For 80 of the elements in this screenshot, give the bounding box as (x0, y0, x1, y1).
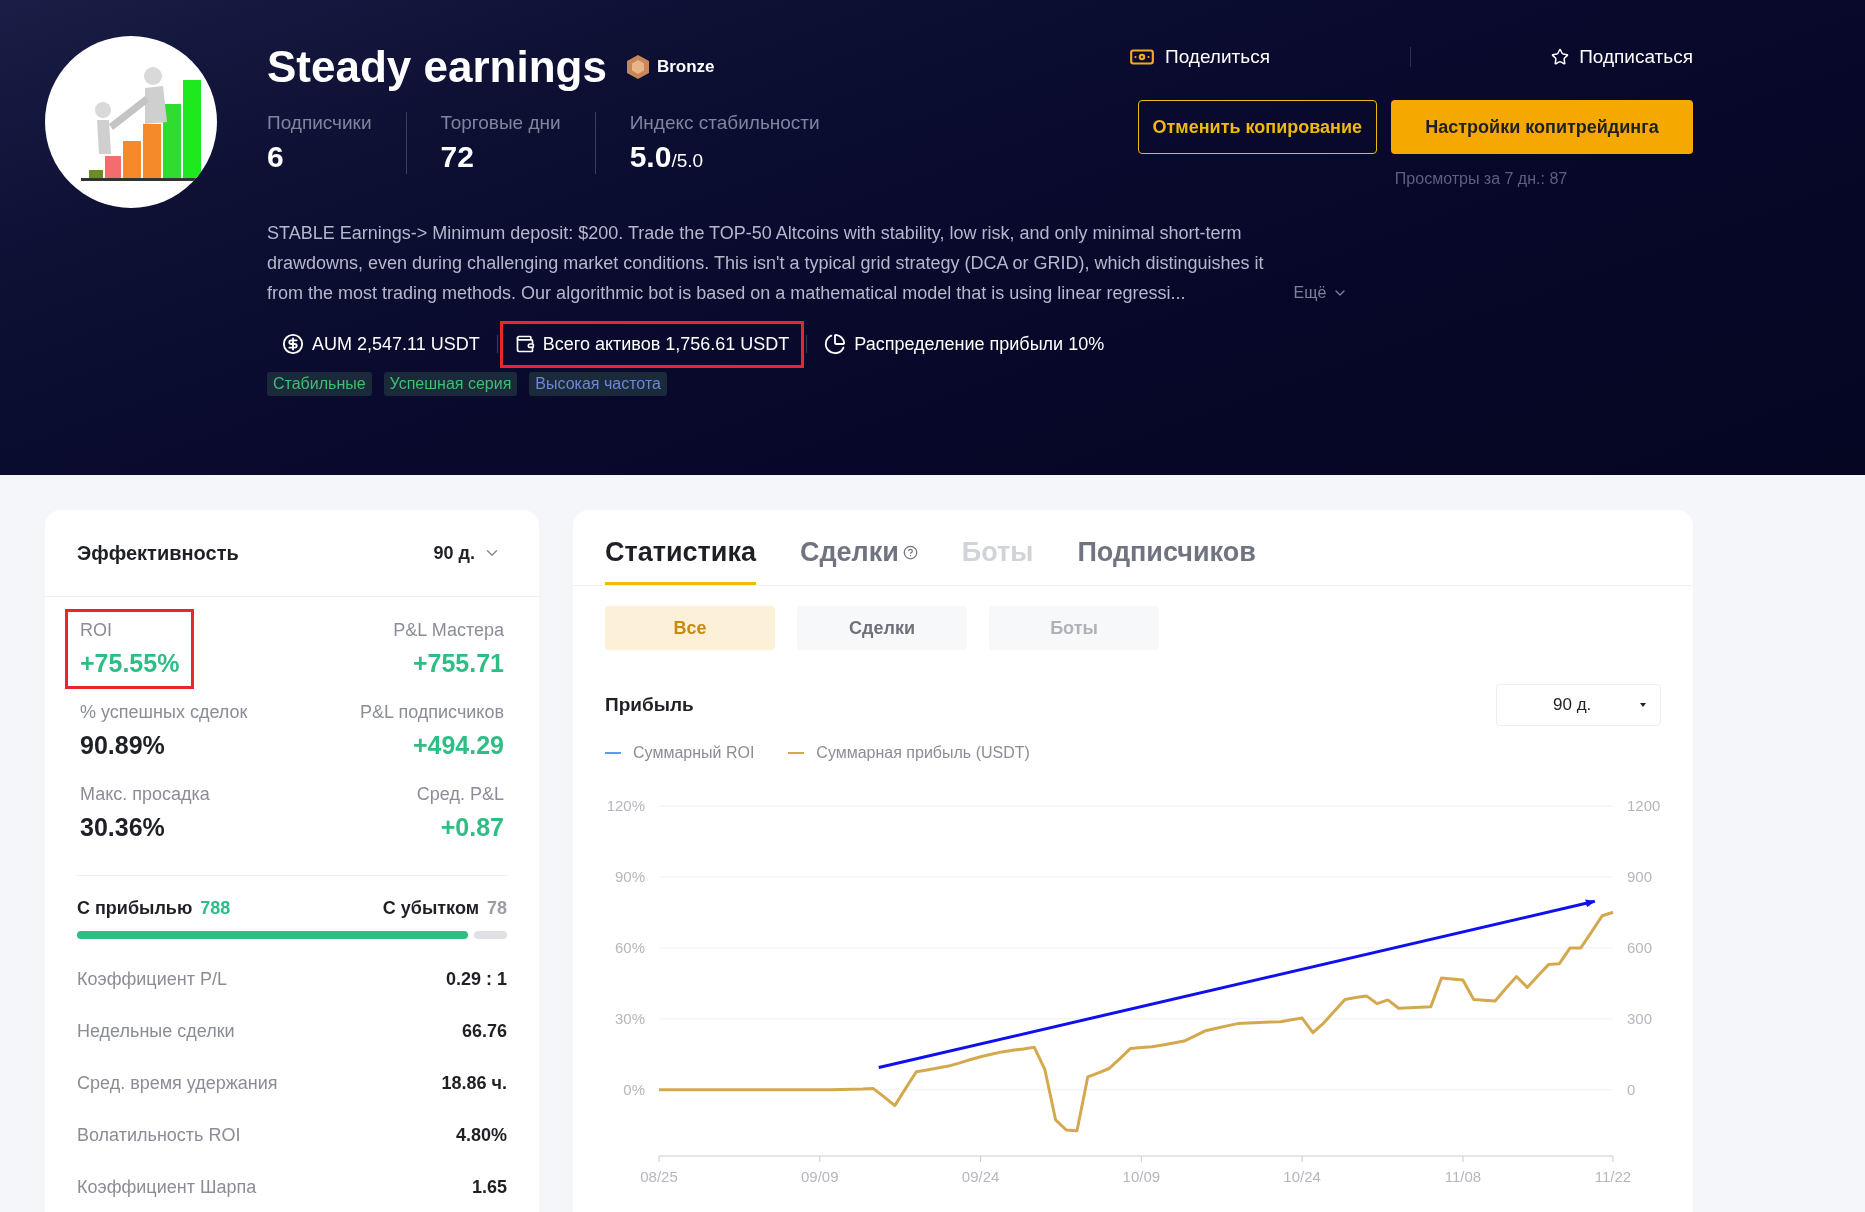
tag: Успешная серия (383, 372, 518, 396)
star-icon (1551, 48, 1570, 66)
axis-tick-label: 120% (606, 797, 645, 814)
share-link[interactable]: Поделиться (1129, 40, 1270, 74)
metric-value: +0.87 (440, 813, 504, 842)
axis-tick-label: 300 (1627, 1009, 1653, 1027)
description: STABLE Earnings-> Minimum deposit: $200. Trade the TOP-50 Altcoins with stability, low risk, and only minimal short-term drawdowns, even during challenging market conditions. This isn't a typical grid strategy (DCA or GRID), which distinguishes it from the most trading methods. Our algorithmic bot is based on a mathematical model that is using linear regressi... (267, 222, 1264, 305)
legend-label: Суммарная прибыль (USDT) (816, 744, 1030, 762)
metric-label: P&L Мастера (393, 620, 504, 641)
detail-label: Волатильность ROI (77, 1124, 241, 1146)
filter-tab[interactable]: Сделки (797, 606, 967, 650)
loss-label: С убытком (382, 898, 479, 919)
more-link[interactable]: Ещё (1293, 284, 1349, 308)
views-count: Просмотры за 7 дн.: 87 (1394, 170, 1568, 188)
metric-value: +494.29 (412, 731, 504, 760)
axis-tick-label: 10/24 (1283, 1168, 1321, 1185)
tab[interactable]: Подписчиков (1077, 537, 1256, 585)
axis-tick-label: 11/22 (1594, 1168, 1632, 1185)
detail-label: Коэффициент Шарпа (77, 1176, 257, 1198)
stat-value: 5.0/5.0 (629, 140, 705, 174)
axis-tick-label: 0% (623, 1080, 645, 1098)
medal-icon (624, 54, 651, 80)
axis-tick-label: 90% (614, 867, 645, 885)
metric-label: Сред. P&L (416, 784, 504, 805)
metric-label: P&L подписчиков (360, 702, 504, 723)
section-title: Прибыль (605, 694, 694, 716)
tier-label: Bronze (656, 57, 715, 77)
axis-tick-label: 600 (1627, 938, 1653, 956)
wallet-icon (514, 334, 535, 354)
detail-value: 66.76 (461, 1020, 507, 1042)
stat-label: Индекс стабильности (629, 112, 820, 134)
copy-settings-button[interactable]: Настройки копитрейдинга (1391, 100, 1693, 154)
axis-tick-label: 08/25 (640, 1168, 678, 1185)
dollar-coin-icon (282, 333, 304, 355)
axis-tick-label: 11/08 (1444, 1168, 1482, 1185)
detail-label: Коэффициент P/L (77, 968, 227, 990)
stat-value: 72 (440, 140, 475, 174)
axis-tick-label: 10/09 (1122, 1168, 1161, 1185)
detail-value: 1.65 (471, 1176, 507, 1198)
loss-count: 78 (486, 898, 507, 919)
detail-label: Недельные сделки (77, 1020, 235, 1042)
meta-text: Всего активов 1,756.61 USDT (542, 333, 790, 355)
pie-chart-icon (824, 333, 847, 355)
axis-tick-label: 09/24 (961, 1168, 1000, 1185)
metric-value: 90.89% (80, 731, 165, 760)
axis-tick-label: 900 (1627, 867, 1653, 885)
axis-tick-label: 0 (1627, 1080, 1636, 1098)
tag: Стабильные (267, 372, 372, 396)
legend-label: Суммарный ROI (633, 744, 755, 762)
detail-label: Сред. время удержания (77, 1072, 278, 1094)
axis-tick-label: 09/09 (801, 1168, 839, 1185)
metric-value: +755.71 (412, 649, 504, 678)
win-label: С прибылью (77, 898, 193, 919)
axis-tick-label: 1200 (1627, 797, 1661, 814)
period-dropdown[interactable]: 90 д. (1496, 684, 1661, 726)
tag: Высокая частота (529, 372, 667, 396)
metric-label: ROI (80, 620, 112, 641)
metric-value: 30.36% (80, 813, 165, 842)
detail-value: 4.80% (455, 1124, 507, 1146)
tab[interactable]: Сделки (799, 537, 918, 585)
win-count: 788 (200, 898, 231, 919)
metric-label: Макс. просадка (80, 784, 210, 805)
subscribe-link[interactable]: Подписаться (1551, 42, 1693, 72)
card-title: Эффективность (77, 541, 239, 565)
stat-value: 6 (267, 140, 285, 174)
axis-tick-label: 30% (614, 1009, 645, 1027)
meta-text: AUM 2,547.11 USDT (312, 333, 480, 355)
trader-name: Steady earnings (267, 42, 607, 92)
axis-tick-label: 60% (614, 938, 645, 956)
metric-value: +75.55% (80, 649, 180, 678)
stat-label: Подписчики (267, 112, 372, 134)
metric-label: % успешных сделок (80, 702, 248, 723)
detail-value: 0.29 : 1 (445, 968, 507, 990)
cancel-copy-button[interactable]: Отменить копирование (1137, 100, 1377, 154)
caret-icon (1640, 703, 1646, 707)
tab[interactable]: Статистика (605, 537, 756, 585)
meta-text: Распределение прибыли 10% (854, 333, 1105, 355)
stat-label: Торговые дни (440, 112, 561, 134)
detail-value: 18.86 ч. (441, 1072, 507, 1094)
period-select[interactable]: 90 д. (427, 541, 507, 565)
